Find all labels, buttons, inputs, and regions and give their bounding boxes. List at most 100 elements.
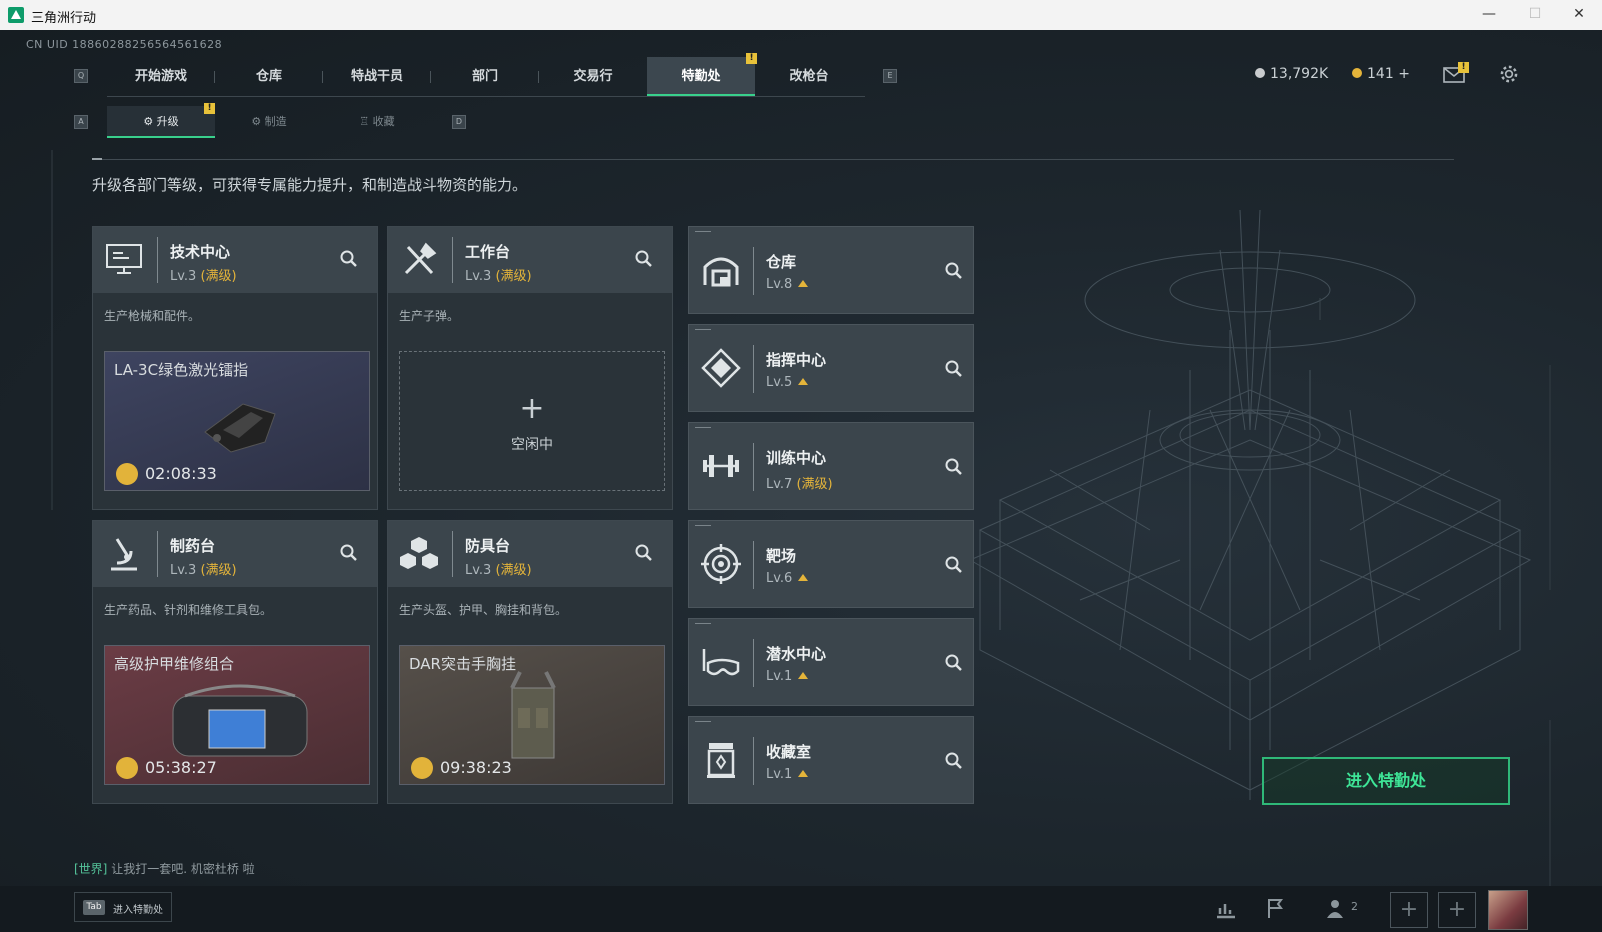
production-timer: 09:38:23 — [440, 758, 512, 777]
magnifier-icon[interactable] — [944, 555, 964, 575]
chat-line[interactable]: [世界] 让我打一套吧. 机密杜桥 啦 — [74, 860, 255, 877]
stats-chart-icon[interactable] — [1214, 896, 1238, 920]
workstation-level: Lv.3 (满级) — [465, 563, 532, 578]
header-separator — [753, 443, 754, 491]
production-slot[interactable]: LA-3C绿色激光镭指 02:08:33 — [104, 351, 370, 491]
facility-card-diving-center[interactable]: 潜水中心 Lv.1 — [688, 618, 974, 706]
facility-card-shooting-range[interactable]: 靶场 Lv.6 — [688, 520, 974, 608]
silver-amount: 13,792K — [1270, 66, 1329, 82]
card-corner-tick — [695, 231, 711, 232]
wrench-timer-icon — [116, 463, 138, 485]
facility-name: 仓库 — [766, 253, 797, 271]
add-gold-button[interactable]: + — [1398, 66, 1410, 82]
workstation-description: 生产头盔、护甲、胸挂和背包。 — [399, 603, 568, 617]
upgrade-arrow-icon — [798, 770, 809, 777]
card-corner-tick — [695, 525, 711, 526]
warehouse-icon — [703, 257, 739, 287]
enter-special-ops-button[interactable]: 进入特勤处 — [1262, 757, 1510, 805]
subtab-craft[interactable]: ⚙ 制造 — [215, 106, 323, 138]
settings-gear-icon[interactable] — [1497, 64, 1521, 84]
header-separator — [753, 639, 754, 687]
divider-line — [92, 159, 1454, 160]
magnifier-icon[interactable] — [944, 653, 964, 673]
production-slot[interactable]: 高级护甲维修组合 05:38:27 — [104, 645, 370, 785]
silver-currency: 13,792K — [1255, 66, 1328, 82]
nav-next-key[interactable]: E — [883, 69, 897, 83]
enter-special-ops-hotkey[interactable]: Tab 进入特勤处 — [74, 892, 172, 922]
upgrade-arrow-icon — [798, 672, 809, 679]
upgrade-alert-badge: ! — [204, 103, 215, 114]
add-squad-slot-button-2[interactable]: + — [1438, 892, 1476, 928]
subnav-next-key[interactable]: D — [452, 115, 466, 129]
subtab-collection[interactable]: ♖ 收藏 — [323, 106, 431, 138]
magnifier-icon[interactable] — [944, 457, 964, 477]
flag-icon[interactable] — [1264, 896, 1288, 920]
tab-trading[interactable]: 交易行 — [539, 57, 647, 97]
idle-production-slot[interactable]: + 空闲中 — [399, 351, 665, 491]
minimize-button[interactable]: — — [1466, 0, 1512, 30]
magnifier-icon[interactable] — [944, 359, 964, 379]
maximize-button[interactable]: ☐ — [1512, 0, 1558, 30]
add-production-icon: + — [519, 391, 545, 426]
production-slot[interactable]: DAR突击手胸挂 09:38:23 — [399, 645, 665, 785]
header-separator — [753, 345, 754, 393]
workstation-card-armor-bench[interactable]: 防具台 Lv.3 (满级) 生产头盔、护甲、胸挂和背包。 DAR突击手胸挂 09… — [387, 520, 673, 804]
workstation-card-pharmacy[interactable]: 制药台 Lv.3 (满级) 生产药品、针剂和维修工具包。 高级护甲维修组合 05… — [92, 520, 378, 804]
card-header: 制药台 Lv.3 (满级) — [93, 521, 377, 587]
add-squad-slot-button[interactable]: + — [1390, 892, 1428, 928]
workstation-name: 防具台 — [465, 537, 511, 555]
subnav-prev-key[interactable]: A — [74, 115, 88, 129]
divider-tick — [92, 158, 102, 160]
card-header: 工作台 Lv.3 (满级) — [388, 227, 672, 293]
magnifier-icon[interactable] — [339, 543, 359, 563]
idle-status: 空闲中 — [511, 437, 553, 453]
player-avatar[interactable] — [1488, 890, 1528, 930]
wrench-timer-icon — [411, 757, 433, 779]
facility-card-training-center[interactable]: 训练中心 Lv.7 (满级) — [688, 422, 974, 510]
workstation-description: 生产药品、针剂和维修工具包。 — [104, 603, 273, 617]
friends-count: 2 — [1351, 900, 1358, 913]
close-button[interactable]: ✕ — [1556, 0, 1602, 30]
tab-special-ops[interactable]: 特勤处 — [647, 57, 755, 97]
workstation-level: Lv.3 (满级) — [170, 269, 237, 284]
workstation-description: 生产子弹。 — [399, 309, 460, 323]
bottom-bar — [0, 886, 1602, 932]
tab-gunsmith[interactable]: 改枪台 — [755, 57, 863, 97]
facility-card-command-center[interactable]: 指挥中心 Lv.5 — [688, 324, 974, 412]
magnifier-icon[interactable] — [944, 261, 964, 281]
facility-level: Lv.7 (满级) — [766, 477, 833, 492]
workstation-card-tech-center[interactable]: 技术中心 Lv.3 (满级) 生产枪械和配件。 LA-3C绿色激光镭指 02:0… — [92, 226, 378, 510]
friends-icon[interactable] — [1326, 896, 1350, 920]
tab-warehouse[interactable]: 仓库 — [215, 57, 323, 97]
production-timer: 02:08:33 — [145, 464, 217, 483]
workstation-level: Lv.3 (满级) — [465, 269, 532, 284]
magnifier-icon[interactable] — [634, 249, 654, 269]
dumbbell-icon — [703, 455, 739, 477]
facility-card-collection-room[interactable]: 收藏室 Lv.1 — [688, 716, 974, 804]
magnifier-icon[interactable] — [634, 543, 654, 563]
facility-level: Lv.8 — [766, 277, 809, 292]
tab-department[interactable]: 部门 — [431, 57, 539, 97]
card-corner-tick — [695, 427, 711, 428]
chest-rig-item-image — [510, 671, 556, 759]
microscope-icon — [111, 538, 137, 571]
gold-currency: 141 + — [1352, 66, 1410, 82]
wrench-timer-icon — [116, 757, 138, 779]
workstation-name: 工作台 — [465, 243, 511, 261]
upgrade-arrow-icon — [798, 280, 809, 287]
tab-operators[interactable]: 特战干员 — [323, 57, 431, 97]
command-icon — [701, 348, 741, 388]
header-separator — [452, 237, 453, 283]
computer-icon — [106, 244, 142, 274]
facility-level: Lv.6 — [766, 571, 809, 586]
workstation-name: 制药台 — [170, 537, 216, 555]
nav-prev-key[interactable]: Q — [74, 69, 88, 83]
magnifier-icon[interactable] — [944, 751, 964, 771]
subtab-upgrade[interactable]: ⚙ 升级 — [107, 106, 215, 138]
facility-name: 训练中心 — [766, 449, 827, 467]
workstation-card-workbench[interactable]: 工作台 Lv.3 (满级) 生产子弹。 + 空闲中 — [387, 226, 673, 510]
facility-card-warehouse[interactable]: 仓库 Lv.8 — [688, 226, 974, 314]
magnifier-icon[interactable] — [339, 249, 359, 269]
tab-start-game[interactable]: 开始游戏 — [107, 57, 215, 97]
upgrade-arrow-icon — [798, 378, 809, 385]
